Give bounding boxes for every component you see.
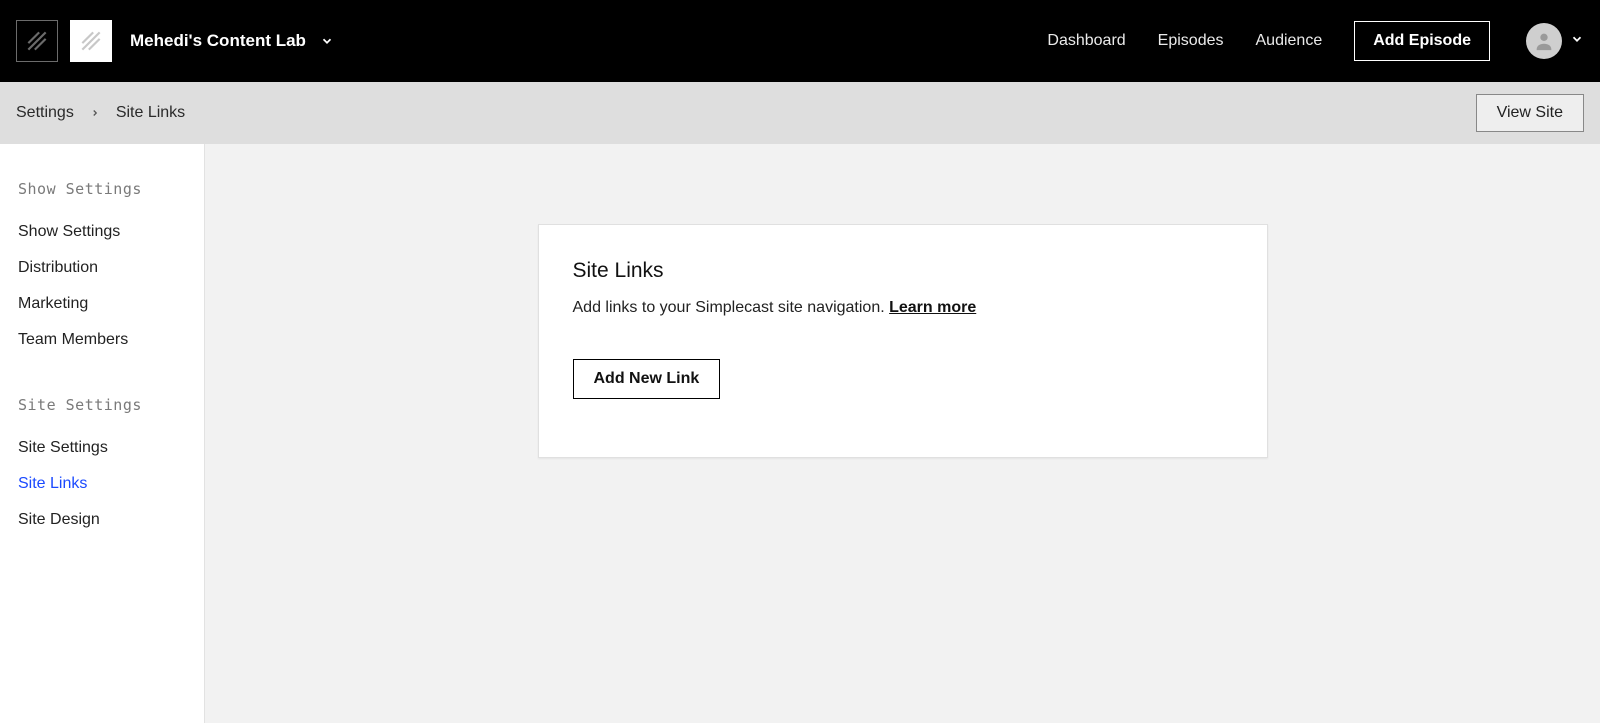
nav-audience[interactable]: Audience — [1256, 32, 1323, 50]
chevron-down-icon — [1570, 32, 1584, 51]
workspace-tile-icon[interactable] — [70, 20, 112, 62]
sidebar-heading-show-settings: Show Settings — [18, 180, 186, 198]
sidebar-group-show-settings: Show Settings Show Settings Distribution… — [18, 180, 186, 358]
card-title: Site Links — [573, 259, 1233, 283]
card-description: Add links to your Simplecast site naviga… — [573, 299, 1233, 317]
nav-dashboard[interactable]: Dashboard — [1047, 32, 1125, 50]
breadcrumb-bar: Settings Site Links View Site — [0, 82, 1600, 144]
workspace-dropdown[interactable] — [320, 34, 334, 48]
add-new-link-button[interactable]: Add New Link — [573, 359, 721, 399]
add-episode-button[interactable]: Add Episode — [1354, 21, 1490, 61]
sidebar-item-site-settings[interactable]: Site Settings — [18, 430, 186, 466]
app-logo-icon[interactable] — [16, 20, 58, 62]
breadcrumb-current: Site Links — [116, 104, 185, 122]
sidebar-heading-site-settings: Site Settings — [18, 396, 186, 414]
topbar: Mehedi's Content Lab Dashboard Episodes … — [0, 0, 1600, 82]
sidebar-item-site-design[interactable]: Site Design — [18, 502, 186, 538]
settings-sidebar: Show Settings Show Settings Distribution… — [0, 144, 205, 723]
breadcrumb-root[interactable]: Settings — [16, 104, 74, 122]
chevron-right-icon — [90, 108, 100, 118]
sidebar-item-distribution[interactable]: Distribution — [18, 250, 186, 286]
site-links-card: Site Links Add links to your Simplecast … — [538, 224, 1268, 458]
top-nav: Dashboard Episodes Audience — [1047, 32, 1322, 50]
sidebar-item-team-members[interactable]: Team Members — [18, 322, 186, 358]
account-menu[interactable] — [1526, 23, 1584, 59]
nav-episodes[interactable]: Episodes — [1158, 32, 1224, 50]
main-area: Site Links Add links to your Simplecast … — [205, 144, 1600, 723]
view-site-button[interactable]: View Site — [1476, 94, 1584, 132]
workspace-name[interactable]: Mehedi's Content Lab — [130, 31, 306, 51]
learn-more-link[interactable]: Learn more — [889, 299, 976, 316]
sidebar-item-show-settings[interactable]: Show Settings — [18, 214, 186, 250]
avatar-icon — [1526, 23, 1562, 59]
sidebar-group-site-settings: Site Settings Site Settings Site Links S… — [18, 396, 186, 538]
body: Show Settings Show Settings Distribution… — [0, 144, 1600, 723]
card-description-text: Add links to your Simplecast site naviga… — [573, 299, 890, 316]
sidebar-item-marketing[interactable]: Marketing — [18, 286, 186, 322]
sidebar-item-site-links[interactable]: Site Links — [18, 466, 186, 502]
